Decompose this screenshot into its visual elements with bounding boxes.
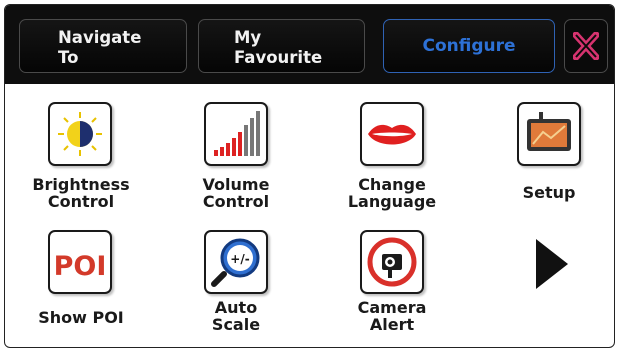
magnifier-icon: +/-: [211, 238, 260, 287]
brightness-control-label: Brightness Control: [32, 175, 130, 211]
change-language-label: Change Language: [347, 175, 437, 211]
volume-bars-icon: [214, 111, 260, 156]
speed-camera-icon: [367, 237, 417, 287]
lips-icon: [368, 124, 416, 145]
tab-configure[interactable]: Configure: [383, 19, 555, 73]
tab-navigate-to-label-line1: Navigate: [58, 28, 142, 47]
poi-icon-text: POI: [54, 251, 107, 282]
tab-my-favourite-label-line1: My: [234, 28, 262, 47]
setup-label: Setup: [522, 183, 576, 202]
gps-device-icon: [527, 112, 571, 151]
show-poi-button[interactable]: POI: [48, 230, 112, 294]
magnifier-icon-text: +/-: [230, 252, 249, 266]
auto-scale-button[interactable]: +/-: [204, 230, 268, 294]
close-button[interactable]: [564, 19, 608, 73]
screen-frame: Navigate To My Favourite Configure Brigh…: [4, 4, 615, 348]
tab-configure-label: Configure: [422, 36, 516, 56]
poi-icon: POI: [54, 242, 107, 282]
volume-control-button[interactable]: [204, 102, 268, 166]
tab-navigate-to[interactable]: Navigate To: [19, 19, 187, 73]
auto-scale-label: Auto Scale: [211, 298, 261, 334]
play-arrow-icon: [536, 239, 568, 289]
camera-alert-button[interactable]: [360, 230, 424, 294]
brightness-icon: [58, 112, 102, 156]
next-page-button[interactable]: [532, 237, 572, 291]
tab-navigate-to-label-line2: To: [58, 48, 79, 67]
volume-control-label: Volume Control: [202, 175, 270, 211]
show-poi-label: Show POI: [38, 308, 124, 327]
tab-my-favourite[interactable]: My Favourite: [198, 19, 365, 73]
camera-alert-label: Camera Alert: [357, 298, 427, 334]
change-language-button[interactable]: [360, 102, 424, 166]
top-navigation-bar: Navigate To My Favourite Configure: [5, 5, 614, 84]
brightness-control-button[interactable]: [48, 102, 112, 166]
tab-my-favourite-label-line2: Favourite: [234, 48, 323, 67]
configure-menu-grid: Brightness Control Volume Control Change…: [5, 84, 614, 347]
close-icon: [573, 32, 599, 60]
setup-button[interactable]: [517, 102, 581, 166]
